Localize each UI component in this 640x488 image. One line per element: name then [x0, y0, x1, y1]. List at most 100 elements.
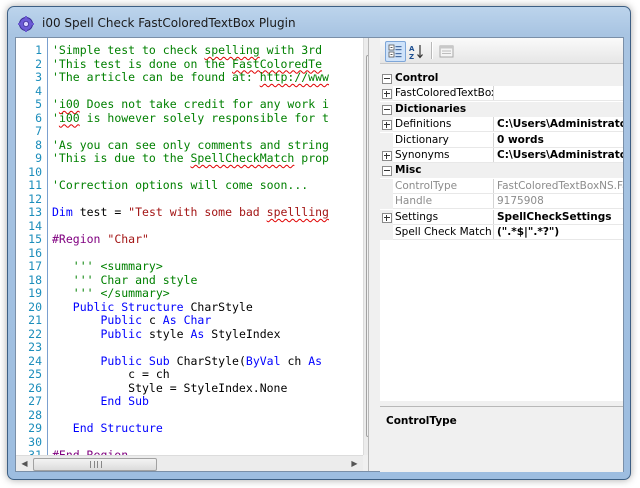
code-token: As Char — [162, 313, 212, 327]
code-area[interactable]: 'Simple test to check spelling with 3rd '… — [52, 38, 368, 455]
property-category[interactable]: Dictionaries — [380, 101, 623, 117]
line-number: 17 — [28, 259, 42, 273]
vertical-scroll-thumb[interactable] — [366, 55, 368, 437]
code-token: #End Region — [52, 448, 129, 455]
app-window: i00 Spell Check FastColoredTextBox Plugi… — [7, 6, 631, 480]
code-token: 'The article can be found at: — [52, 70, 260, 84]
property-pages-button[interactable] — [436, 41, 457, 62]
line-number: 29 — [28, 421, 42, 435]
misspelled-word: spellling — [266, 205, 329, 219]
code-token: Dim — [52, 205, 73, 219]
title-bar[interactable]: i00 Spell Check FastColoredTextBox Plugi… — [8, 7, 630, 37]
code-line[interactable]: End Sub — [52, 394, 148, 409]
property-row[interactable]: Definitions C:\Users\Administrator\ — [380, 117, 623, 133]
line-number: 22 — [28, 326, 42, 341]
scroll-up-icon[interactable]: ▲ — [364, 38, 368, 55]
horizontal-scroll-thumb[interactable] — [33, 458, 157, 471]
code-token: 'This test is done on the — [52, 56, 233, 71]
code-line[interactable]: Public style As StyleIndex — [52, 326, 281, 342]
expand-icon[interactable] — [382, 212, 392, 223]
code-line[interactable]: c = ch — [52, 367, 170, 382]
property-category[interactable]: Control — [380, 71, 623, 86]
code-line[interactable]: ''' <summary> — [52, 259, 163, 274]
code-line[interactable]: 'The article can be found at: http://www — [52, 70, 329, 85]
property-value[interactable]: 9175908 — [497, 195, 623, 209]
code-token: As — [190, 326, 205, 341]
property-value[interactable] — [497, 87, 623, 101]
scroll-down-icon[interactable]: ▼ — [364, 438, 368, 455]
category-label: Misc — [395, 164, 422, 177]
code-line[interactable]: End Structure — [52, 421, 163, 436]
property-row[interactable]: ControlType FastColoredTextBoxNS.Fast — [380, 178, 623, 194]
code-line[interactable]: Dim test = "Test with some bad spellling — [52, 205, 329, 220]
code-token: c = ch — [52, 367, 170, 381]
code-line[interactable]: #Region "Char" — [52, 232, 149, 247]
code-token: Public — [100, 326, 143, 341]
alphabetical-button[interactable]: A Z — [406, 41, 427, 62]
horizontal-scrollbar[interactable]: ◀ ▶ — [16, 455, 363, 471]
property-value[interactable]: SpellCheckSettings — [497, 211, 623, 225]
code-token: StyleIndex — [204, 326, 281, 341]
code-line[interactable]: 'Simple test to check spelling with 3rd — [52, 43, 323, 58]
property-value[interactable]: C:\Users\Administrator\ — [497, 118, 623, 132]
code-line[interactable]: Public c As Char — [52, 313, 212, 328]
code-token: 'Correction options will come soon... — [52, 178, 309, 192]
property-value[interactable]: 0 words — [497, 134, 623, 148]
misspelled-word: FastColoredTe — [232, 56, 323, 71]
property-value[interactable]: FastColoredTextBoxNS.Fast — [497, 180, 623, 194]
property-list[interactable]: Control FastColoredTextBox Dictionaries Def… — [380, 71, 623, 401]
property-row[interactable]: Dictionary 0 words — [380, 132, 623, 148]
collapse-icon[interactable] — [382, 104, 392, 115]
window-title: i00 Spell Check FastColoredTextBox Plugi… — [42, 16, 296, 30]
property-row[interactable]: FastColoredTextBox — [380, 86, 623, 102]
code-line[interactable]: 'i00 is however solely responsible for t — [52, 110, 329, 126]
code-line[interactable]: ''' Char and style — [52, 273, 198, 288]
expand-icon[interactable] — [382, 151, 392, 161]
row-margin — [380, 178, 393, 194]
vertical-scrollbar[interactable]: ▲ ▼ — [363, 38, 368, 455]
code-line[interactable]: Public Structure CharStyle — [52, 300, 253, 315]
code-line[interactable]: 'This is due to the SpellCheckMatch prop — [52, 151, 329, 166]
scroll-right-icon[interactable]: ▶ — [346, 455, 363, 471]
property-row[interactable]: Handle 9175908 — [380, 194, 623, 210]
property-row[interactable]: Synonyms C:\Users\Administrator\ — [380, 148, 623, 163]
code-line[interactable]: 'This test is done on the FastColoredTe — [52, 56, 323, 72]
property-row[interactable]: Spell Check Match (".*$|".*?") — [380, 225, 623, 240]
code-line[interactable]: 'i00 Does not take credit for any work i — [52, 97, 329, 112]
property-name: FastColoredTextBox — [395, 87, 493, 100]
line-number: 16 — [28, 245, 42, 260]
code-editor[interactable]: 1 2 3 4 5 6 7 8 9 10 11 12 13 14 15 16 17 18 19 20 21 22 23 24 2… — [16, 38, 369, 471]
property-name: Settings — [395, 210, 439, 223]
property-name: Handle — [395, 195, 433, 208]
line-number: 11 — [28, 178, 42, 192]
row-divider — [393, 239, 623, 240]
property-value[interactable]: (".*$|".*?") — [497, 226, 623, 240]
column-divider — [493, 148, 494, 163]
scroll-left-icon[interactable]: ◀ — [16, 455, 33, 471]
property-category[interactable]: Misc — [380, 163, 623, 179]
code-line[interactable]: 'As you can see only comments and string — [52, 138, 329, 153]
expand-icon[interactable] — [382, 120, 392, 131]
column-divider — [493, 117, 494, 133]
collapse-icon[interactable] — [382, 166, 392, 177]
line-number: 26 — [28, 380, 42, 395]
code-line[interactable]: 'Correction options will come soon... — [52, 178, 309, 193]
code-token: ' — [52, 97, 59, 111]
expand-icon[interactable] — [382, 89, 392, 100]
code-token: ''' </summary> — [52, 286, 170, 300]
property-row[interactable]: Settings SpellCheckSettings — [380, 209, 623, 225]
line-number: 14 — [28, 218, 42, 233]
line-number: 28 — [28, 407, 42, 422]
collapse-icon[interactable] — [382, 74, 392, 84]
code-token: with 3rd — [259, 43, 323, 57]
line-number: 20 — [28, 299, 42, 314]
misspelled-word: i00 — [58, 110, 80, 125]
line-number: 12 — [28, 191, 42, 206]
categorized-button[interactable] — [385, 41, 406, 62]
property-value[interactable]: C:\Users\Administrator\ — [497, 149, 623, 163]
code-line[interactable]: Public Sub CharStyle(ByVal ch As — [52, 354, 322, 369]
code-line[interactable]: ''' </summary> — [52, 286, 170, 301]
client-area: 1 2 3 4 5 6 7 8 9 10 11 12 13 14 15 16 17 18 19 20 21 22 23 24 2… — [15, 37, 624, 472]
code-line[interactable]: Style = StyleIndex.None — [52, 381, 287, 396]
